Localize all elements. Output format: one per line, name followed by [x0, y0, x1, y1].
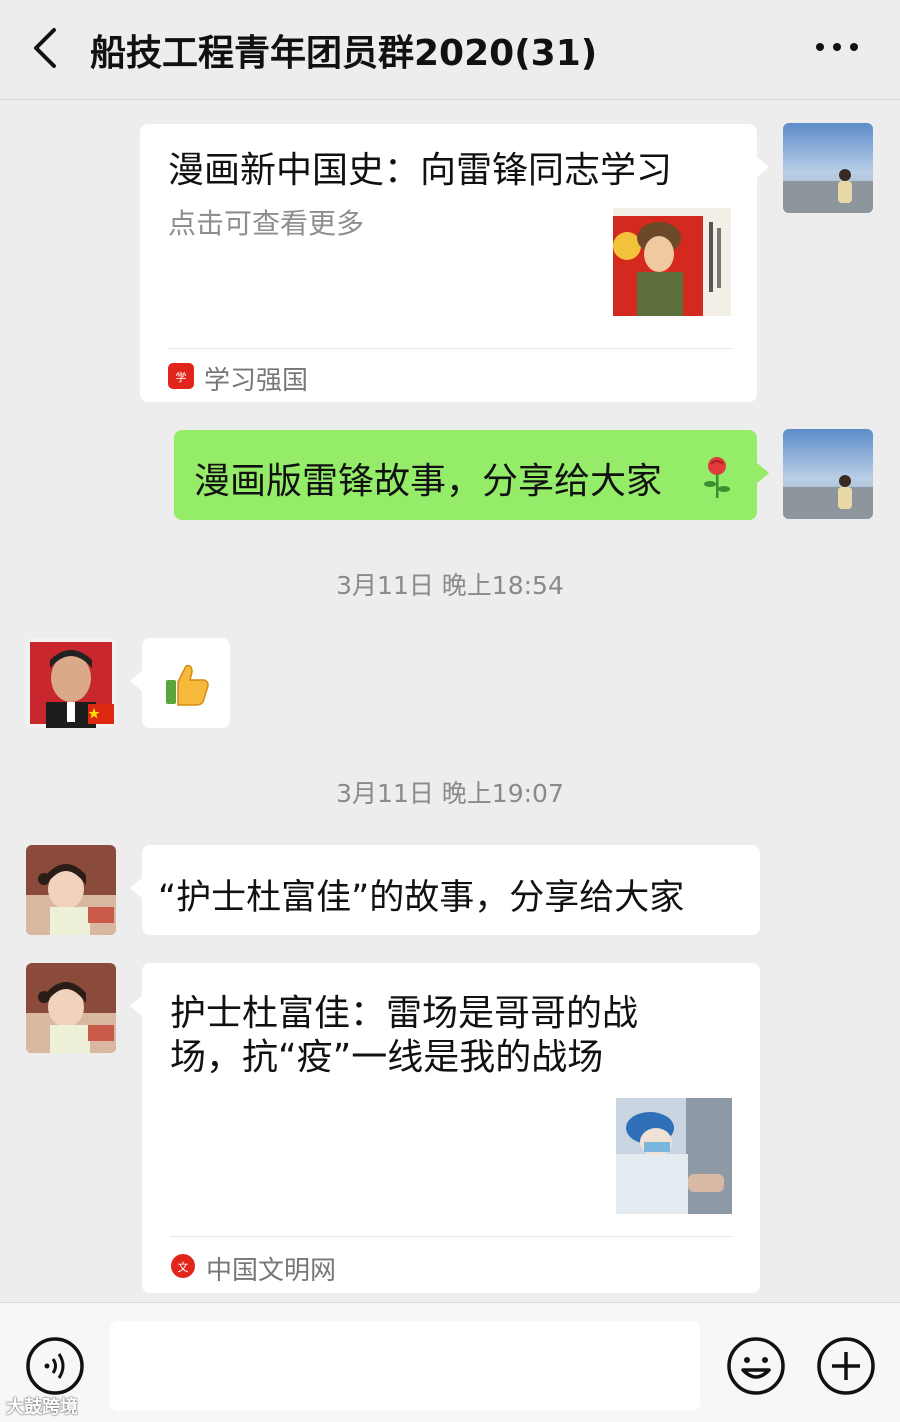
svg-text:学: 学 [176, 370, 187, 384]
emoji-button[interactable] [726, 1336, 786, 1396]
voice-icon [26, 1337, 84, 1395]
link-card-lei-feng[interactable]: 漫画新中国史：向雷锋同志学习 点击可查看更多 学 学习强国 [140, 124, 769, 402]
timestamp: 3月11日 晚上19:07 [336, 779, 564, 808]
svg-text:文: 文 [178, 1260, 189, 1274]
input-bar: 大鼓跨境 [0, 1302, 900, 1422]
ellipsis-icon [816, 43, 858, 51]
message-text: “护士杜富佳”的故事，分享给大家 [158, 878, 685, 918]
chat-title: 船技工程青年团员群2020(31) [90, 33, 598, 74]
avatar-self[interactable] [783, 429, 873, 519]
plus-icon [817, 1337, 875, 1395]
avatar-self[interactable] [783, 123, 873, 213]
voice-button[interactable] [25, 1336, 85, 1396]
avatar-member[interactable] [26, 963, 116, 1053]
message-bubble-sent[interactable]: 漫画版雷锋故事，分享给大家 [174, 430, 769, 520]
card-thumbnail [613, 208, 731, 324]
avatar-member[interactable] [26, 638, 116, 728]
card-divider [170, 1236, 732, 1237]
more-button[interactable] [812, 34, 862, 60]
card-thumbnail [616, 1098, 732, 1214]
wenming-logo-icon: 文 [170, 1253, 196, 1279]
card-title-line2: 场，抗“疫”一线是我的战场 [170, 1037, 604, 1078]
timestamp: 3月11日 晚上18:54 [336, 571, 564, 600]
xuexi-logo-icon: 学 [168, 363, 194, 389]
card-source: 学习强国 [204, 366, 309, 396]
rose-emoji [704, 457, 730, 498]
back-button[interactable] [28, 26, 68, 70]
link-card-nurse[interactable]: 护士杜富佳：雷场是哥哥的战 场，抗“疫”一线是我的战场 文 中国文明网 [130, 963, 760, 1293]
chevron-left-icon [34, 28, 56, 68]
card-divider [168, 348, 733, 349]
watermark: 大鼓跨境 [6, 1397, 78, 1418]
more-functions-button[interactable] [816, 1336, 876, 1396]
avatar-member[interactable] [26, 845, 116, 935]
card-description: 点击可查看更多 [168, 207, 365, 240]
card-source: 中国文明网 [206, 1256, 337, 1286]
card-title-line1: 护士杜富佳：雷场是哥哥的战 [170, 993, 639, 1034]
message-input[interactable] [110, 1321, 700, 1411]
message-bubble-emoji[interactable] [130, 638, 230, 728]
message-text: 漫画版雷锋故事，分享给大家 [194, 461, 663, 502]
thumbs-up-emoji [166, 664, 209, 706]
smiley-icon [727, 1337, 785, 1395]
message-bubble-received[interactable]: “护士杜富佳”的故事，分享给大家 [130, 845, 760, 935]
chat-header: 船技工程青年团员群2020(31) [0, 0, 900, 100]
card-title: 漫画新中国史：向雷锋同志学习 [168, 150, 673, 191]
